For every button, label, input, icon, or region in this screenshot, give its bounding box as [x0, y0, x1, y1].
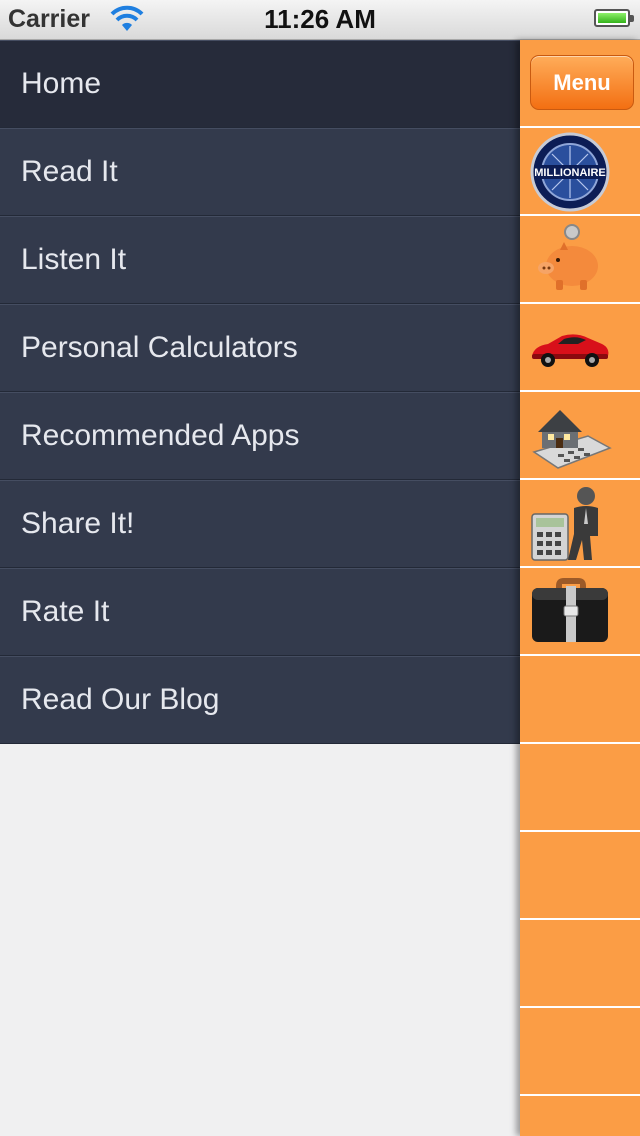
menu-item-label: Personal Calculators — [21, 331, 298, 364]
strip-cell — [520, 744, 640, 832]
house-calculator-icon — [532, 410, 612, 469]
menu-item-read-it[interactable]: Read It — [0, 128, 520, 216]
menu-button[interactable]: Menu — [530, 55, 634, 110]
strip-cell[interactable] — [520, 392, 640, 480]
menu-item-label: Read It — [21, 155, 118, 188]
side-menu: Home Read It Listen It Personal Calculat… — [0, 40, 520, 744]
strip-cell — [520, 920, 640, 1008]
menu-item-label: Listen It — [21, 243, 127, 276]
menu-item-label: Share It! — [21, 507, 135, 540]
menu-item-read-our-blog[interactable]: Read Our Blog — [0, 656, 520, 744]
menu-item-listen-it[interactable]: Listen It — [0, 216, 520, 304]
menu-item-home[interactable]: Home — [0, 40, 520, 128]
strip-cell[interactable] — [520, 216, 640, 304]
status-bar: Carrier 11:26 AM — [0, 0, 640, 40]
menu-item-label: Home — [21, 67, 102, 100]
clock: 11:26 AM — [264, 4, 376, 34]
menu-item-share-it[interactable]: Share It! — [0, 480, 520, 568]
strip-cell[interactable]: MILLIONAIRE — [520, 128, 640, 216]
strip-cell — [520, 656, 640, 744]
strip-cell[interactable] — [520, 304, 640, 392]
battery-icon — [594, 9, 634, 27]
red-sports-car-icon — [532, 334, 609, 367]
menu-item-label: Rate It — [21, 595, 110, 628]
menu-item-label: Recommended Apps — [21, 419, 300, 452]
strip-cell — [520, 1008, 640, 1096]
strip-cell[interactable] — [520, 568, 640, 656]
menu-item-recommended-apps[interactable]: Recommended Apps — [0, 392, 520, 480]
strip-cell — [520, 832, 640, 920]
millionaire-logo-icon: MILLIONAIRE — [530, 132, 610, 212]
svg-text:MILLIONAIRE: MILLIONAIRE — [534, 167, 606, 179]
briefcase-icon — [532, 578, 608, 642]
piggy-bank-icon — [538, 224, 598, 290]
menu-item-label: Read Our Blog — [21, 683, 220, 716]
strip-cell[interactable] — [520, 480, 640, 568]
businessman-calculator-icon — [531, 487, 598, 561]
main-content-strip: Menu MILLIONAIRE — [520, 40, 640, 1136]
menu-item-personal-calculators[interactable]: Personal Calculators — [0, 304, 520, 392]
menu-item-rate-it[interactable]: Rate It — [0, 568, 520, 656]
strip-header: Menu — [520, 40, 640, 128]
